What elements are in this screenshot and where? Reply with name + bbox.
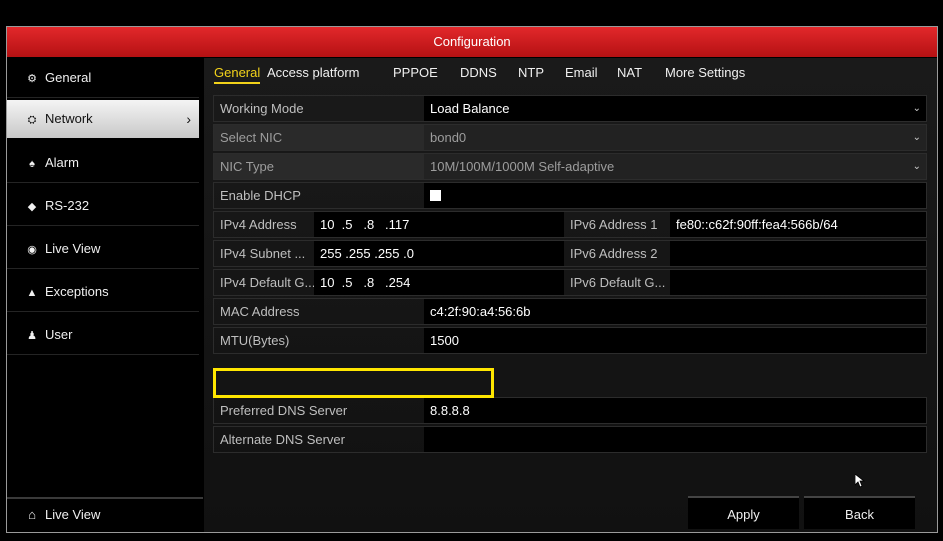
network-settings-panel: General Access platform PPPOE DDNS NTP E… xyxy=(204,58,937,532)
sidebar-item-user[interactable]: ♟ User xyxy=(7,315,199,355)
working-mode-row: Working Mode Load Balance ⌄ xyxy=(213,95,927,122)
ipv6-gateway-value xyxy=(670,270,926,295)
tab-more-settings[interactable]: More Settings xyxy=(665,58,745,88)
configuration-window: Configuration ⚙ General ⛭ Network › ♠ Alarm… xyxy=(6,26,938,533)
sidebar-item-exceptions[interactable]: ▲ Exceptions xyxy=(7,272,199,312)
alternate-dns-row: Alternate DNS Server xyxy=(213,426,927,453)
ipv4-subnet-input[interactable]: 255 .255 .255 .0 xyxy=(314,241,564,266)
ipv4-subnet-label: IPv4 Subnet ... xyxy=(220,246,306,261)
nic-type-value: 10M/100M/1000M Self-adaptive xyxy=(430,159,615,174)
tab-ntp[interactable]: NTP xyxy=(518,58,544,88)
alarm-icon: ♠ xyxy=(29,158,35,170)
tab-nat[interactable]: NAT xyxy=(617,58,642,88)
ipv4-address-input[interactable]: 10 .5 .8 .117 xyxy=(314,212,564,237)
preferred-dns-highlight-box xyxy=(213,368,494,398)
users-icon: ♟ xyxy=(27,330,37,342)
chevron-down-icon: ⌄ xyxy=(912,103,921,114)
mtu-row: MTU(Bytes) 1500 xyxy=(213,327,927,354)
sidebar-item-alarm[interactable]: ♠ Alarm xyxy=(7,143,199,183)
mouse-cursor-icon xyxy=(854,473,866,491)
live-view-footer-button[interactable]: ⌂ Live View xyxy=(7,497,203,532)
preferred-dns-row: Preferred DNS Server 8.8.8.8 xyxy=(213,397,927,424)
alternate-dns-input[interactable] xyxy=(424,427,926,452)
mtu-label: MTU(Bytes) xyxy=(220,333,290,348)
tab-access-platform[interactable]: Access platform xyxy=(267,58,359,88)
preferred-dns-input[interactable]: 8.8.8.8 xyxy=(424,398,926,423)
sidebar: ⚙ General ⛭ Network › ♠ Alarm ◆ RS-232 ◉ Live… xyxy=(7,58,203,532)
sidebar-item-label: User xyxy=(45,327,73,342)
ipv4-address-label: IPv4 Address xyxy=(220,217,297,232)
chevron-down-icon: ⌄ xyxy=(912,132,921,143)
nic-type-select[interactable]: 10M/100M/1000M Self-adaptive ⌄ xyxy=(424,154,926,179)
working-mode-select[interactable]: Load Balance ⌄ xyxy=(424,96,926,121)
sidebar-item-live-view[interactable]: ◉ Live View xyxy=(7,229,199,269)
tab-general[interactable]: General xyxy=(214,58,261,88)
ipv6-address-1-value: fe80::c62f:90ff:fea4:566b/64 xyxy=(670,212,926,237)
sidebar-item-network[interactable]: ⛭ Network › xyxy=(7,100,199,138)
preferred-dns-label: Preferred DNS Server xyxy=(220,403,348,418)
tab-ddns[interactable]: DDNS xyxy=(460,58,497,88)
sidebar-item-label: Alarm xyxy=(45,155,79,170)
select-nic-label: Select NIC xyxy=(220,130,283,145)
select-nic-row: Select NIC bond0 ⌄ xyxy=(213,124,927,151)
select-nic-value: bond0 xyxy=(430,130,467,145)
eye-icon: ◉ xyxy=(27,244,37,256)
sidebar-item-label: General xyxy=(45,70,92,85)
live-view-footer-label: Live View xyxy=(45,507,101,522)
mac-address-value: c4:2f:90:a4:56:6b xyxy=(424,299,926,324)
enable-dhcp-checkbox[interactable] xyxy=(430,190,441,202)
chevron-down-icon: ⌄ xyxy=(912,161,921,172)
ipv6-address-2-label: IPv6 Address 2 xyxy=(570,246,658,261)
sidebar-item-label: Live View xyxy=(45,241,101,256)
ipv4-subnet-row: IPv4 Subnet ... 255 .255 .255 .0 IPv6 Ad… xyxy=(213,240,927,267)
working-mode-label: Working Mode xyxy=(220,101,304,116)
tab-bar: General Access platform PPPOE DDNS NTP E… xyxy=(204,58,937,88)
nic-type-row: NIC Type 10M/100M/1000M Self-adaptive ⌄ xyxy=(213,153,927,180)
tab-pppoe[interactable]: PPPOE xyxy=(393,58,438,88)
gear-icon: ⚙ xyxy=(27,73,37,85)
home-icon: ⌂ xyxy=(28,507,36,522)
ipv4-gateway-input[interactable]: 10 .5 .8 .254 xyxy=(314,270,564,295)
back-button[interactable]: Back xyxy=(804,496,915,529)
sidebar-item-general[interactable]: ⚙ General xyxy=(7,58,199,98)
mac-address-row: MAC Address c4:2f:90:a4:56:6b xyxy=(213,298,927,325)
warning-icon: ▲ xyxy=(26,287,38,299)
mtu-input[interactable]: 1500 xyxy=(424,328,926,353)
ipv4-gateway-label: IPv4 Default G... xyxy=(220,275,314,290)
sidebar-item-label: RS-232 xyxy=(45,198,90,213)
serial-port-icon: ◆ xyxy=(27,201,37,213)
ipv6-address-1-label: IPv6 Address 1 xyxy=(570,217,658,232)
enable-dhcp-row: Enable DHCP xyxy=(213,182,927,209)
enable-dhcp-label: Enable DHCP xyxy=(220,188,301,203)
nic-type-label: NIC Type xyxy=(220,159,274,174)
window-title: Configuration xyxy=(7,27,937,57)
sidebar-item-rs232[interactable]: ◆ RS-232 xyxy=(7,186,199,226)
sidebar-item-label: Exceptions xyxy=(45,284,109,299)
sidebar-item-label: Network xyxy=(45,111,93,126)
select-nic-select[interactable]: bond0 ⌄ xyxy=(424,125,926,150)
ipv6-gateway-label: IPv6 Default G... xyxy=(570,275,666,290)
ipv4-address-row: IPv4 Address 10 .5 .8 .117 IPv6 Address … xyxy=(213,211,927,238)
apply-button[interactable]: Apply xyxy=(688,496,799,529)
ipv4-gateway-row: IPv4 Default G... 10 .5 .8 .254 IPv6 Def… xyxy=(213,269,927,296)
mac-address-label: MAC Address xyxy=(220,304,300,319)
ipv6-address-2-value xyxy=(670,241,926,266)
tab-email[interactable]: Email xyxy=(565,58,598,88)
network-icon: ⛭ xyxy=(27,114,37,126)
chevron-right-icon: › xyxy=(186,111,191,127)
alternate-dns-label: Alternate DNS Server xyxy=(220,432,345,447)
working-mode-value: Load Balance xyxy=(430,101,510,116)
enable-dhcp-cell xyxy=(424,183,926,208)
